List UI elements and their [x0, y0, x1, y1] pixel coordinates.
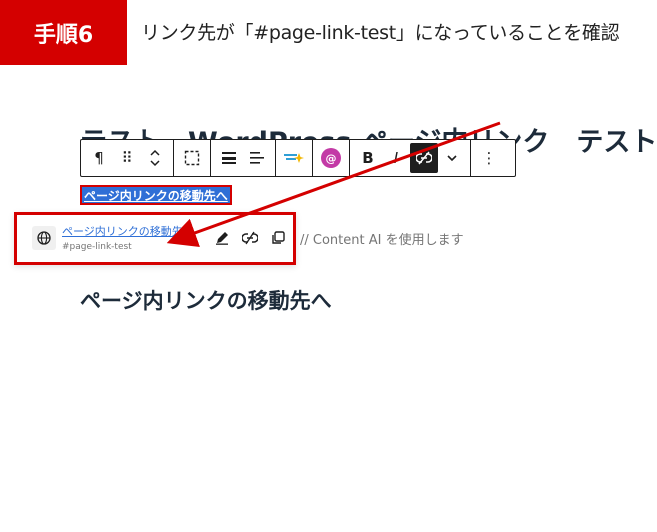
block-type-group: ¶ ⠿ [81, 140, 174, 176]
move-up-down-icon[interactable] [141, 143, 169, 173]
content-ai-placeholder[interactable]: // Content AI を使用します [300, 229, 464, 248]
link-actions [211, 226, 289, 250]
align-group [211, 140, 276, 176]
copy-icon[interactable] [267, 226, 289, 250]
bold-button[interactable]: B [354, 143, 382, 173]
select-parent-icon[interactable] [178, 143, 206, 173]
globe-icon [32, 226, 56, 250]
annotation-arrow-icon [166, 121, 501, 248]
content-ai-icon[interactable]: @ [317, 143, 345, 173]
content-ai-group: @ [313, 140, 350, 176]
section-subheading[interactable]: ページ内リンクの移動先へ [80, 285, 332, 315]
link-title[interactable]: ページ内リンクの移動先へ [62, 223, 194, 239]
more-options-icon[interactable]: ⋮ [475, 143, 503, 173]
link-url: #page-link-test [62, 242, 132, 252]
drag-handle-icon[interactable]: ⠿ [113, 143, 141, 173]
link-popover: ページ内リンクの移動先へ #page-link-test [14, 212, 296, 265]
options-group: ⋮ [471, 140, 507, 176]
unlink-icon[interactable] [239, 226, 261, 250]
block-toolbar: ¶ ⠿ @ B I ⋮ [80, 139, 516, 177]
edit-pencil-icon[interactable] [211, 226, 233, 250]
paragraph-icon[interactable]: ¶ [85, 143, 113, 173]
step-badge: 手順6 [0, 0, 127, 65]
block-align-icon[interactable] [215, 143, 243, 173]
ai-group [276, 140, 313, 176]
select-group [174, 140, 211, 176]
chevron-down-icon[interactable] [438, 143, 466, 173]
italic-button[interactable]: I [382, 143, 410, 173]
format-group: B I [350, 140, 471, 176]
sparkle-icon[interactable] [280, 143, 308, 173]
step-instruction: リンク先が「#page-link-test」になっていることを確認 [141, 22, 620, 44]
selected-link-text[interactable]: ページ内リンクの移動先へ [80, 185, 232, 205]
unlink-icon[interactable] [410, 143, 438, 173]
text-align-icon[interactable] [243, 143, 271, 173]
